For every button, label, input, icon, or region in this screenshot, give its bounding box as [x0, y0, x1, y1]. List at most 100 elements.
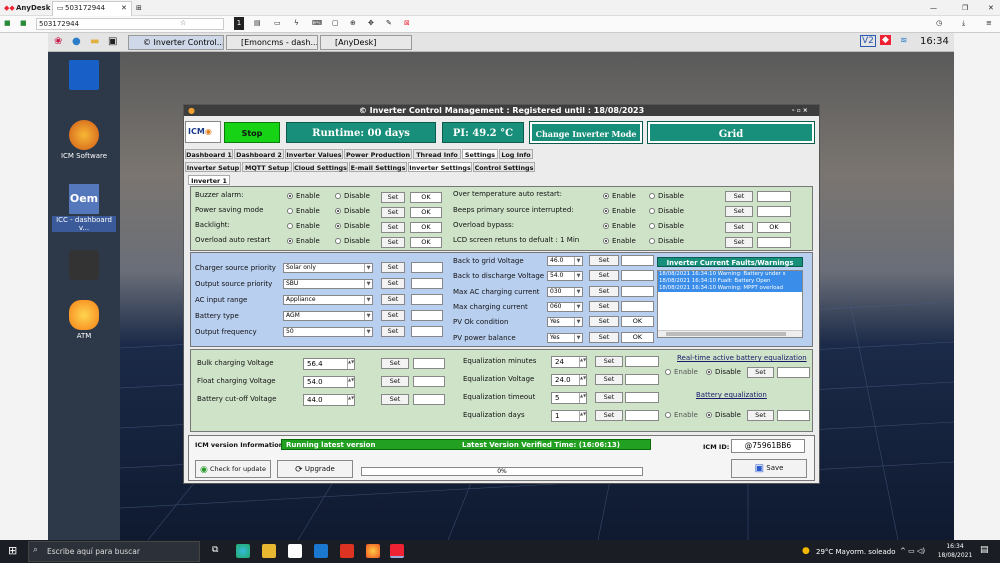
taskbar-search-box[interactable]: ⌕ Escribe aquí para buscar — [28, 541, 200, 562]
value-dropdown[interactable]: Yes ▼ — [547, 332, 583, 343]
set-button[interactable]: Set — [595, 410, 623, 421]
clipboard-icon[interactable]: ▭ — [274, 17, 281, 30]
set-button[interactable]: Set — [589, 285, 619, 297]
screen-icon[interactable]: ▢ — [332, 17, 339, 30]
equalization-spinbox[interactable]: 24 ▲▼ — [551, 356, 587, 368]
tab-dashboard-1[interactable]: Dashboard 1 — [185, 149, 233, 159]
set-button[interactable]: Set — [381, 310, 405, 321]
faults-line[interactable]: 18/08/2021 16:34:10 Warning: Battery und… — [658, 271, 802, 278]
overload-restart-enable-radio[interactable]: Enable — [287, 237, 320, 245]
tab-thread-info[interactable]: Thread Info — [413, 149, 461, 159]
value-dropdown[interactable]: 060 ▼ — [547, 301, 583, 312]
voltage-spinbox[interactable]: 44.0 ▲▼ — [303, 394, 355, 406]
anydesk-tray-icon[interactable]: ◆ — [880, 35, 891, 45]
beeps-enable-radio[interactable]: Enable — [603, 207, 636, 215]
window-controls[interactable]: - ▫ × — [792, 105, 808, 116]
task-inverter-control[interactable]: © Inverter Control... — [128, 35, 224, 50]
stop-button[interactable]: Stop — [224, 122, 280, 143]
tab-inverter-values[interactable]: Inverter Values — [285, 149, 343, 159]
set-button[interactable]: Set — [381, 376, 409, 387]
save-button[interactable]: ▣ Save — [731, 459, 807, 478]
icm-software-icon[interactable] — [69, 120, 99, 150]
chat-icon[interactable]: ■ — [20, 17, 27, 30]
battery-eq-enable-radio[interactable]: Enable — [665, 411, 698, 419]
voltage-spinbox[interactable]: 54.0 ▲▼ — [303, 376, 355, 388]
over-temp-set-button[interactable]: Set — [725, 191, 753, 202]
set-button[interactable]: Set — [381, 394, 409, 405]
explorer-icon[interactable] — [262, 544, 276, 558]
anydesk-taskbar-icon[interactable] — [390, 544, 404, 558]
history-icon[interactable]: ◷ — [936, 17, 942, 30]
tab-cloud-settings[interactable]: Cloud Settings — [293, 162, 348, 172]
bookmark-icon[interactable]: ☆ — [180, 17, 186, 30]
close-window-icon[interactable]: ✕ — [988, 2, 994, 15]
tab-dashboard-2[interactable]: Dashboard 2 — [234, 149, 284, 159]
change-mode-button[interactable]: Change Inverter Mode — [529, 121, 643, 144]
backlight-enable-radio[interactable]: Enable — [287, 222, 320, 230]
battery-eq-set-button[interactable]: Set — [747, 410, 774, 421]
file-icon[interactable]: ▤ — [254, 17, 261, 30]
store-icon[interactable] — [288, 544, 302, 558]
record-icon[interactable]: ⊕ — [350, 17, 356, 30]
close-tab-icon[interactable]: ✕ — [121, 2, 127, 15]
equalization-spinbox[interactable]: 5 ▲▼ — [551, 392, 587, 404]
faults-list[interactable]: 18/08/2021 16:34:10 Warning: Battery und… — [657, 270, 803, 338]
keyboard-icon[interactable]: ⌨ — [312, 17, 322, 30]
beeps-disable-radio[interactable]: Disable — [649, 207, 684, 215]
pen-icon[interactable]: ✎ — [386, 17, 392, 30]
select-dropdown[interactable]: Appliance ▼ — [283, 295, 373, 305]
faults-line[interactable]: 18/08/2021 16:34:10 Warning: MPPT overlo… — [658, 285, 802, 292]
tray-icons[interactable]: ^ ▭ ◁) — [900, 547, 925, 555]
bulb-icon[interactable] — [69, 300, 99, 330]
tab-settings[interactable]: Settings — [462, 149, 498, 159]
icc-dashboard-icon[interactable]: Oem — [69, 184, 99, 214]
select-dropdown[interactable]: Solar only ▼ — [283, 263, 373, 273]
realtime-eq-disable-radio[interactable]: Disable — [706, 368, 741, 376]
buzzer-set-button[interactable]: Set — [381, 192, 405, 203]
toggle-app-icon[interactable] — [69, 250, 99, 280]
edge-icon[interactable] — [236, 544, 250, 558]
puzzle-icon[interactable]: ✥ — [368, 17, 374, 30]
over-temp-enable-radio[interactable]: Enable — [603, 192, 636, 200]
address-field[interactable]: 503172944 — [36, 18, 224, 30]
set-button[interactable]: Set — [381, 358, 409, 369]
overload-bypass-enable-radio[interactable]: Enable — [603, 222, 636, 230]
set-button[interactable]: Set — [381, 278, 405, 289]
buzzer-disable-radio[interactable]: Disable — [335, 192, 370, 200]
new-tab-icon[interactable]: ⊞ — [136, 2, 142, 15]
faults-line[interactable]: 18/08/2021 16:34:10 Fualt: Battery Open — [658, 278, 802, 285]
lcd-return-set-button[interactable]: Set — [725, 237, 753, 248]
disconnect-icon[interactable]: ⊠ — [404, 17, 410, 30]
weather-text[interactable]: 29°C Mayorm. soleado — [816, 548, 896, 556]
task-view-icon[interactable]: ⧉ — [212, 545, 218, 555]
set-button[interactable]: Set — [589, 331, 619, 343]
voltage-spinbox[interactable]: 56.4 ▲▼ — [303, 358, 355, 370]
mail-icon[interactable] — [314, 544, 328, 558]
browser-icon[interactable]: ● — [72, 36, 81, 47]
value-dropdown[interactable]: 030 ▼ — [547, 286, 583, 297]
overload-restart-set-button[interactable]: Set — [381, 237, 405, 248]
overload-restart-disable-radio[interactable]: Disable — [335, 237, 370, 245]
select-dropdown[interactable]: AGM ▼ — [283, 311, 373, 321]
opera-icon[interactable] — [340, 544, 354, 558]
power-saving-set-button[interactable]: Set — [381, 207, 405, 218]
set-button[interactable]: Set — [589, 316, 619, 328]
equalization-spinbox[interactable]: 1 ▲▼ — [551, 410, 587, 422]
task-emoncms[interactable]: [Emoncms - dash... — [226, 35, 318, 50]
check-update-button[interactable]: ◉ Check for update — [195, 460, 271, 478]
lcd-return-disable-radio[interactable]: Disable — [649, 237, 684, 245]
power-saving-enable-radio[interactable]: Enable — [287, 207, 320, 215]
overload-bypass-disable-radio[interactable]: Disable — [649, 222, 684, 230]
windows-start-icon[interactable]: ⊞ — [8, 544, 17, 557]
realtime-eq-set-button[interactable]: Set — [747, 367, 774, 378]
value-dropdown[interactable]: Yes ▼ — [547, 317, 583, 328]
select-dropdown[interactable]: SBU ▼ — [283, 279, 373, 289]
set-button[interactable]: Set — [595, 392, 623, 403]
select-dropdown[interactable]: 50 ▼ — [283, 327, 373, 337]
terminal-icon[interactable]: ▣ — [108, 36, 117, 47]
set-button[interactable]: Set — [595, 374, 623, 385]
display-icon[interactable]: 1 — [234, 17, 244, 30]
set-button[interactable]: Set — [589, 255, 619, 266]
backlight-disable-radio[interactable]: Disable — [335, 222, 370, 230]
set-button[interactable]: Set — [381, 326, 405, 337]
